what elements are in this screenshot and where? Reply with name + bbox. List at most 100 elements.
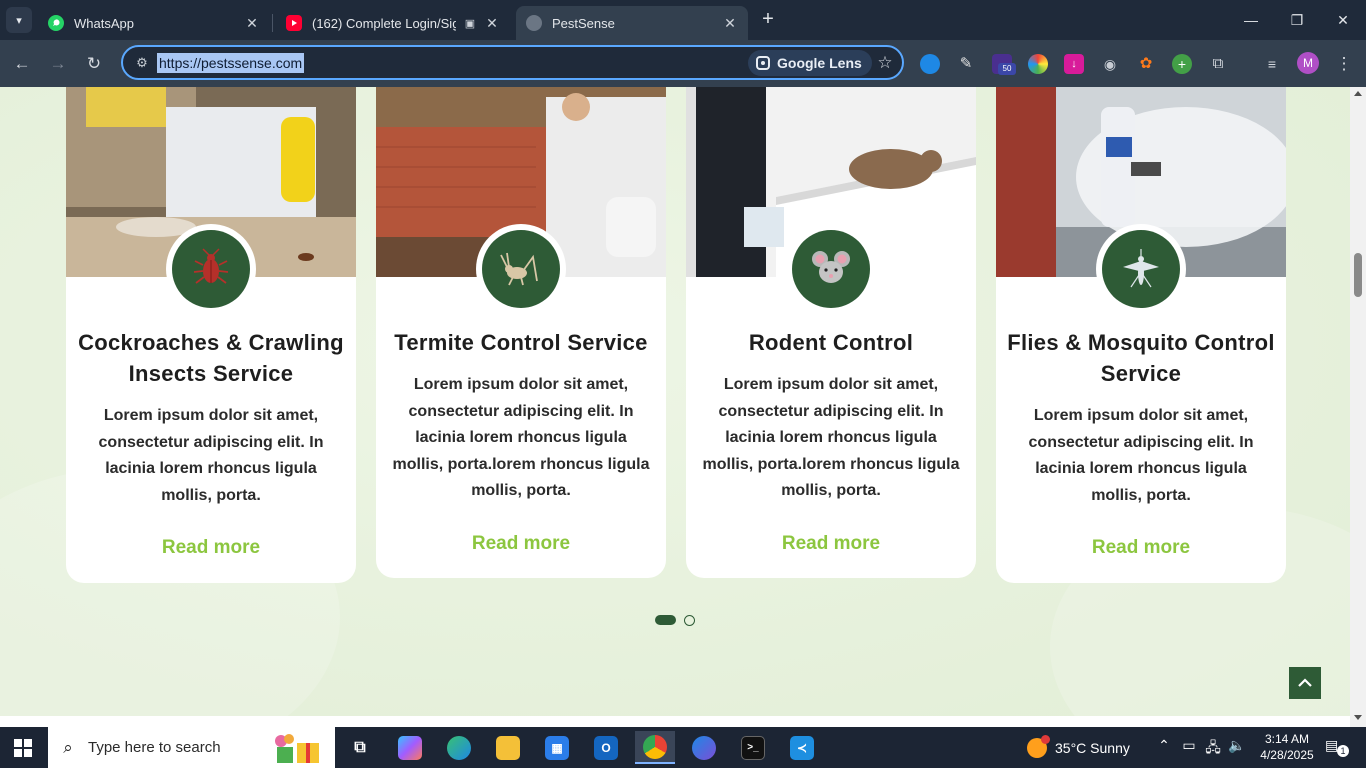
- page-scrollbar[interactable]: [1350, 87, 1366, 727]
- service-description: Lorem ipsum dolor sit amet, consectetur …: [702, 376, 960, 499]
- tab-strip: ▾ WhatsApp ✕ (162) Complete Login/Signu …: [0, 0, 1366, 40]
- edge-icon: [447, 735, 471, 760]
- back-button[interactable]: ←: [10, 52, 34, 76]
- copilot-icon: [398, 735, 422, 760]
- url-text[interactable]: https://pestssense.com: [157, 53, 305, 73]
- scrollbar-thumb[interactable]: [1354, 253, 1362, 297]
- close-window-button[interactable]: ✕: [1320, 6, 1366, 34]
- site-settings-icon[interactable]: ⚙: [133, 54, 151, 72]
- network-icon[interactable]: 🖧: [1203, 737, 1223, 761]
- folder-icon: [496, 735, 520, 760]
- taskbar-copilot[interactable]: [390, 731, 430, 764]
- read-more-link[interactable]: Read more: [472, 533, 570, 555]
- color-picker-icon[interactable]: [1028, 54, 1048, 74]
- service-card: Rodent Control Lorem ipsum dolor sit ame…: [686, 87, 976, 578]
- weather-text: 35°C Sunny: [1055, 740, 1130, 756]
- media-controls-icon[interactable]: ≡: [1262, 54, 1282, 74]
- service-title: Cockroaches & Crawling Insects Service: [78, 330, 344, 386]
- notification-center-icon[interactable]: ▤ 1: [1325, 737, 1349, 757]
- taskbar-vscode[interactable]: ≺: [782, 731, 822, 764]
- picture-in-picture-icon[interactable]: ▣: [462, 17, 478, 30]
- add-extension-icon[interactable]: +: [1172, 54, 1192, 74]
- download-extension-icon[interactable]: ↓: [1064, 54, 1084, 74]
- restore-button[interactable]: ❐: [1274, 6, 1320, 34]
- globe-icon: [526, 15, 542, 31]
- service-icon-badge: [786, 224, 876, 314]
- read-more-link[interactable]: Read more: [162, 537, 260, 559]
- taskbar-chrome[interactable]: [635, 731, 675, 764]
- search-placeholder: Type here to search: [88, 739, 221, 756]
- meet-now-icon[interactable]: ▭: [1179, 737, 1199, 754]
- taskbar-edge[interactable]: [439, 731, 479, 764]
- store-icon: ▦: [545, 735, 569, 760]
- mosquito-icon: [1123, 249, 1159, 288]
- taskbar-store[interactable]: ▦: [537, 731, 577, 764]
- service-title: Termite Control Service: [394, 330, 648, 355]
- forward-button[interactable]: →: [46, 52, 70, 76]
- search-icon: ⌕: [63, 737, 73, 757]
- taskbar-outlook[interactable]: O: [586, 731, 626, 764]
- chrome-icon: [643, 734, 667, 759]
- read-more-link[interactable]: Read more: [782, 533, 880, 555]
- scroll-up-arrow-icon[interactable]: [1354, 91, 1362, 96]
- youtube-icon: [286, 15, 302, 31]
- extension-icon[interactable]: [920, 54, 940, 74]
- extensions-puzzle-icon[interactable]: ⧉: [1208, 54, 1228, 74]
- profile-avatar[interactable]: M: [1297, 52, 1319, 74]
- taskbar-search[interactable]: ⌕ Type here to search: [48, 727, 335, 768]
- tab-whatsapp[interactable]: WhatsApp ✕: [38, 6, 270, 40]
- service-card: Flies & Mosquito Control Service Lorem i…: [996, 87, 1286, 583]
- menu-kebab-icon[interactable]: ⋮: [1334, 52, 1354, 76]
- carousel-dot[interactable]: [684, 614, 695, 626]
- close-icon[interactable]: ✕: [244, 15, 260, 32]
- eyedropper-icon[interactable]: ✎: [956, 54, 976, 74]
- minimize-button[interactable]: —: [1228, 6, 1274, 34]
- service-card: Termite Control Service Lorem ipsum dolo…: [376, 87, 666, 578]
- tab-title: (162) Complete Login/Signu: [312, 15, 456, 31]
- taskbar-edge-profile[interactable]: [684, 731, 724, 764]
- service-title: Rodent Control: [748, 330, 914, 355]
- back-to-top-button[interactable]: [1289, 667, 1321, 699]
- service-description: Lorem ipsum dolor sit amet, consectetur …: [392, 376, 650, 499]
- reload-button[interactable]: ↻: [82, 52, 106, 76]
- camera-icon[interactable]: ◉: [1100, 54, 1120, 74]
- lens-icon: [756, 56, 770, 70]
- weather-widget[interactable]: 35°C Sunny: [1027, 735, 1130, 760]
- tab-title: WhatsApp: [74, 15, 134, 31]
- vscode-icon: ≺: [790, 735, 814, 760]
- edge-profile-icon: [692, 735, 716, 760]
- google-lens-button[interactable]: Google Lens: [748, 50, 872, 76]
- tab-pestsense[interactable]: PestSense ✕: [516, 6, 748, 40]
- mouse-icon: [812, 251, 850, 283]
- close-icon[interactable]: ✕: [722, 15, 738, 32]
- service-description: Lorem ipsum dolor sit amet, consectetur …: [98, 407, 324, 504]
- close-icon[interactable]: ✕: [484, 15, 500, 32]
- clock-time: 3:14 AM: [1264, 732, 1310, 746]
- bookmark-star-icon[interactable]: ☆: [873, 51, 897, 75]
- carousel-dot-active[interactable]: [655, 615, 676, 625]
- windows-start-icon[interactable]: [14, 739, 32, 757]
- whatsapp-icon: [48, 15, 64, 31]
- windows-taskbar: ⌕ Type here to search ⧉ ▦ O >_ ≺ 35°C Su…: [0, 727, 1366, 768]
- squirrel-extension-icon[interactable]: ✿: [1136, 54, 1156, 74]
- taskbar-terminal[interactable]: >_: [733, 731, 773, 764]
- browser-toolbar: ← → ↻ ⚙ https://pestssense.com Google Le…: [0, 40, 1366, 87]
- service-title: Flies & Mosquito Control Service: [1007, 330, 1275, 386]
- read-more-link[interactable]: Read more: [1092, 537, 1190, 559]
- chevron-up-icon: [1298, 678, 1312, 687]
- taskbar-file-explorer[interactable]: [488, 731, 528, 764]
- address-bar[interactable]: ⚙ https://pestssense.com Google Lens ☆: [121, 45, 904, 80]
- new-tab-button[interactable]: +: [756, 8, 780, 32]
- volume-icon[interactable]: 🔈: [1227, 737, 1247, 754]
- service-icon-badge: [1096, 224, 1186, 314]
- system-clock[interactable]: 3:14 AM 4/28/2025: [1257, 731, 1317, 763]
- show-hidden-icons-chevron-icon[interactable]: ⌃: [1154, 737, 1174, 754]
- task-view-button[interactable]: ⧉: [340, 731, 380, 764]
- scroll-down-arrow-icon[interactable]: [1354, 715, 1362, 720]
- service-card: Cockroaches & Crawling Insects Service L…: [66, 87, 356, 583]
- notification-count: 1: [1337, 745, 1349, 757]
- tab-youtube[interactable]: (162) Complete Login/Signu ▣ ✕: [276, 6, 510, 40]
- cockroach-icon: [193, 248, 229, 284]
- page-content: Cockroaches & Crawling Insects Service L…: [0, 87, 1350, 727]
- tab-search-button[interactable]: ▾: [6, 7, 32, 33]
